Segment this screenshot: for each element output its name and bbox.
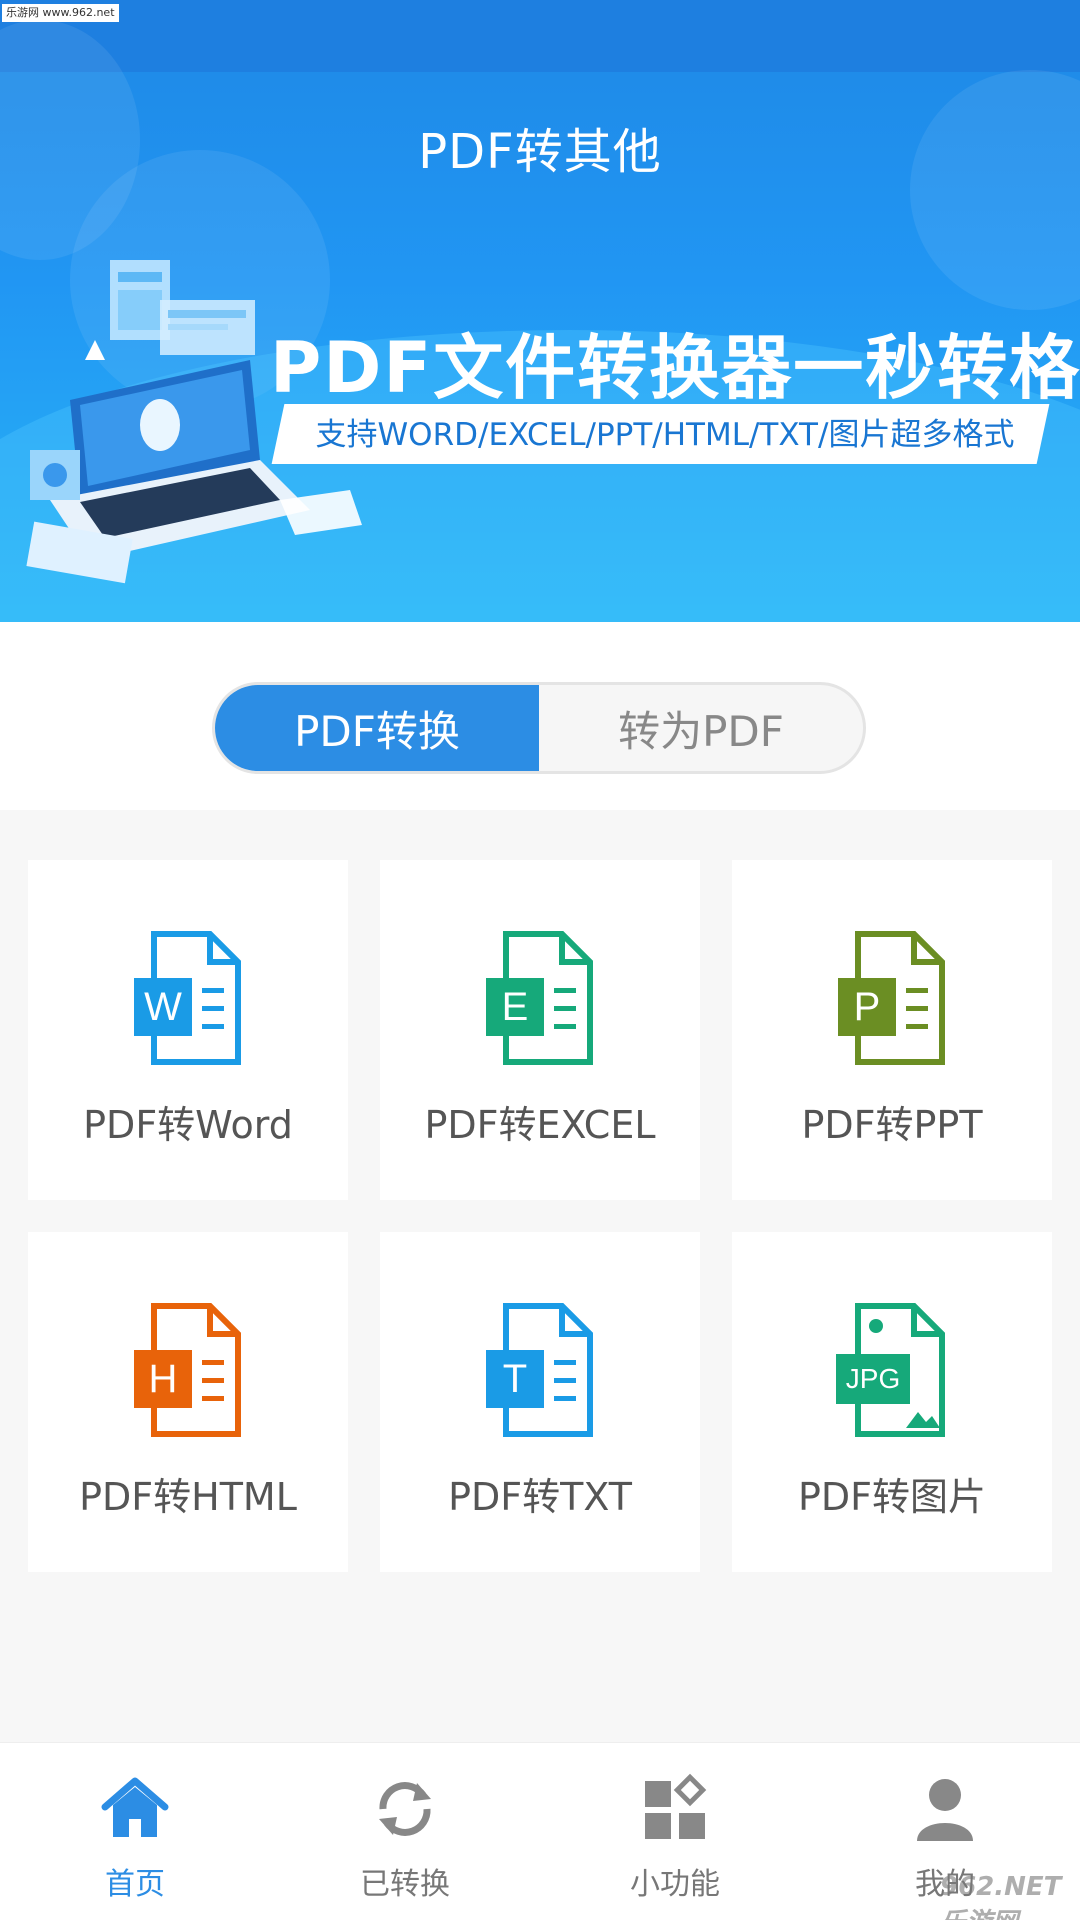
nav-label: 首页 <box>105 1867 165 1902</box>
tool-label: PDF转Word <box>83 1103 293 1147</box>
decor-bubble <box>910 70 1080 310</box>
tab-pdf-convert[interactable]: PDF转换 <box>215 685 539 771</box>
tool-label: PDF转PPT <box>801 1103 983 1147</box>
jpg-file-icon: JPG <box>836 1303 945 1437</box>
svg-text:W: W <box>144 985 182 1029</box>
apps-icon <box>645 1773 707 1839</box>
word-file-icon: W <box>134 931 241 1065</box>
txt-file-icon: T <box>486 1303 593 1437</box>
nav-label: 小功能 <box>630 1867 720 1902</box>
tool-card-word[interactable]: W PDF转Word <box>28 860 348 1200</box>
nav-home[interactable]: 首页 <box>0 1743 270 1920</box>
banner-headline: PDF文件转换器一秒转格式 <box>270 327 1080 409</box>
tool-card-excel[interactable]: E PDF转EXCEL <box>380 860 700 1200</box>
home-icon <box>101 1777 169 1837</box>
tool-card-image[interactable]: JPG PDF转图片 <box>732 1232 1052 1572</box>
excel-file-icon: E <box>486 931 593 1065</box>
tool-label: PDF转EXCEL <box>424 1103 656 1147</box>
svg-text:E: E <box>502 985 529 1029</box>
watermark-top: 乐游网 www.962.net <box>2 4 119 22</box>
header-banner: 乐游网 www.962.net PDF转其他 PDF文件转换器一秒转格式 支持W… <box>0 0 1080 622</box>
tool-label: PDF转HTML <box>79 1475 297 1519</box>
svg-text:P: P <box>854 985 881 1029</box>
ppt-file-icon: P <box>838 931 945 1065</box>
watermark-bottom: 962.NET 乐游网 <box>940 1872 1062 1920</box>
status-bar <box>0 0 1080 72</box>
nav-label: 已转换 <box>360 1867 450 1902</box>
tool-card-ppt[interactable]: P PDF转PPT <box>732 860 1052 1200</box>
tab-to-pdf[interactable]: 转为PDF <box>539 685 863 771</box>
nav-converted[interactable]: 已转换 <box>270 1743 540 1920</box>
page-title: PDF转其他 <box>418 124 662 180</box>
svg-text:T: T <box>503 1357 527 1401</box>
svg-text:H: H <box>149 1357 178 1401</box>
tool-card-html[interactable]: H PDF转HTML <box>28 1232 348 1572</box>
banner-subline: 支持WORD/EXCEL/PPT/HTML/TXT/图片超多格式 <box>315 417 1015 453</box>
html-file-icon: H <box>134 1303 241 1437</box>
conversion-mode-toggle: PDF转换 转为PDF <box>212 682 866 774</box>
tool-label: PDF转TXT <box>448 1475 632 1519</box>
bottom-nav: 首页 已转换 小功能 我的 <box>0 1742 1080 1920</box>
tool-label: PDF转图片 <box>797 1475 987 1519</box>
segment-area: PDF转换 转为PDF <box>0 622 1080 810</box>
nav-tools[interactable]: 小功能 <box>540 1743 810 1920</box>
tool-card-txt[interactable]: T PDF转TXT <box>380 1232 700 1572</box>
refresh-icon <box>379 1782 431 1836</box>
user-icon <box>917 1779 973 1841</box>
svg-text:JPG: JPG <box>846 1363 900 1394</box>
